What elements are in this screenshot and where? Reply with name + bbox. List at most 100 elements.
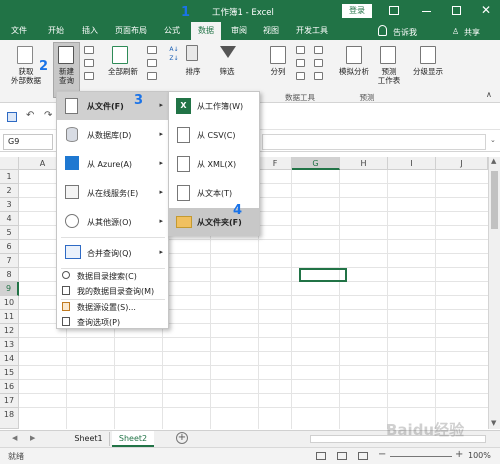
add-sheet-icon[interactable]: + [176, 432, 188, 444]
row-header-16[interactable]: 16 [0, 380, 19, 394]
text-to-columns-button[interactable]: 分列 [266, 67, 290, 76]
zoom-in-icon[interactable]: + [455, 449, 463, 460]
scroll-up-icon[interactable]: ▲ [491, 157, 496, 165]
row-header-6[interactable]: 6 [0, 240, 19, 254]
sheet-tab-sheet1[interactable]: Sheet1 [68, 432, 110, 446]
tab-insert[interactable]: 插入 [76, 22, 104, 40]
row-header-15[interactable]: 15 [0, 366, 19, 380]
from-table-icon[interactable] [84, 59, 94, 67]
what-if-analysis-button[interactable]: 模拟分析 [335, 67, 373, 76]
filter-button[interactable]: 筛选 [212, 67, 242, 76]
consolidate-icon[interactable] [314, 46, 323, 54]
row-header-9[interactable]: 9 [0, 282, 19, 296]
relationships-icon[interactable] [314, 59, 323, 67]
page-layout-view-icon[interactable] [337, 452, 347, 460]
redo-icon[interactable]: ↷ [44, 110, 52, 121]
flash-fill-icon[interactable] [296, 46, 305, 54]
menu-query-options[interactable]: 查询选项(P) [57, 315, 168, 329]
row-header-13[interactable]: 13 [0, 338, 19, 352]
menu-data-source-settings[interactable]: 数据源设置(S)... [57, 300, 168, 314]
sheet-nav-right-icon[interactable]: ▶ [30, 434, 35, 442]
row-header-8[interactable]: 8 [0, 268, 19, 282]
tell-me-box[interactable]: 告诉我 [393, 27, 417, 38]
scroll-thumb[interactable] [491, 171, 498, 229]
formula-input[interactable] [262, 134, 486, 150]
row-header-12[interactable]: 12 [0, 324, 19, 338]
scroll-down-icon[interactable]: ▼ [491, 419, 496, 427]
submenu-from-workbook[interactable]: X 从工作簿(W) [169, 92, 259, 120]
sheet-nav-left-icon[interactable]: ◀ [12, 434, 17, 442]
menu-catalog-search[interactable]: 数据目录搜索(C) [57, 269, 168, 283]
row-header-17[interactable]: 17 [0, 394, 19, 408]
tab-formulas[interactable]: 公式 [158, 22, 186, 40]
select-all-corner[interactable] [0, 157, 19, 170]
refresh-all-button[interactable]: 全部刷新 [104, 67, 142, 76]
active-cell-g9[interactable] [299, 268, 347, 282]
forecast-sheet-button[interactable]: 预测 工作表 [374, 67, 404, 85]
row-header-1[interactable]: 1 [0, 170, 19, 184]
undo-icon[interactable]: ↶ [26, 110, 34, 121]
maximize-icon[interactable] [452, 6, 461, 15]
minimize-icon[interactable] [422, 11, 431, 12]
tab-developer[interactable]: 开发工具 [290, 22, 334, 40]
submenu-from-csv[interactable]: 从 CSV(C) [169, 121, 259, 149]
row-header-10[interactable]: 10 [0, 296, 19, 310]
expand-formula-icon[interactable]: ⌄ [490, 136, 496, 144]
close-icon[interactable]: ✕ [481, 3, 491, 17]
name-box[interactable]: G9 [3, 134, 53, 150]
page-break-view-icon[interactable] [358, 452, 368, 460]
submenu-from-text[interactable]: 从文本(T) [169, 179, 259, 207]
tab-page-layout[interactable]: 页面布局 [110, 22, 152, 40]
normal-view-icon[interactable] [316, 452, 326, 460]
row-header-3[interactable]: 3 [0, 198, 19, 212]
tab-review[interactable]: 审阅 [226, 22, 252, 40]
connections-icon[interactable] [147, 46, 157, 54]
col-header-g[interactable]: G [292, 157, 340, 170]
ribbon-display-icon[interactable] [389, 6, 399, 15]
login-button[interactable]: 登录 [342, 4, 372, 18]
sheet-tab-sheet2[interactable]: Sheet2 [112, 431, 154, 447]
col-header-i[interactable]: I [388, 157, 436, 170]
row-header-5[interactable]: 5 [0, 226, 19, 240]
col-header-j[interactable]: J [436, 157, 488, 170]
manage-data-model-icon[interactable] [314, 72, 323, 80]
new-query-button[interactable]: 新建 查询 [53, 67, 80, 85]
menu-combine-queries[interactable]: 合并查询(Q) ▸ [57, 239, 168, 267]
col-header-h[interactable]: H [340, 157, 388, 170]
tab-home[interactable]: 开始 [42, 22, 70, 40]
tab-view[interactable]: 视图 [258, 22, 284, 40]
row-header-4[interactable]: 4 [0, 212, 19, 226]
menu-my-catalog-queries[interactable]: 我的数据目录查询(M) [57, 284, 168, 298]
row-header-7[interactable]: 7 [0, 254, 19, 268]
zoom-level[interactable]: 100% [468, 451, 491, 460]
col-header-f[interactable]: F [259, 157, 292, 170]
menu-from-other-sources[interactable]: 从其他源(O) ▸ [57, 208, 168, 236]
tab-data[interactable]: 数据 [191, 22, 221, 40]
show-queries-icon[interactable] [84, 46, 94, 54]
submenu-from-folder[interactable]: 从文件夹(F) [169, 208, 259, 236]
tab-file[interactable]: 文件 [8, 22, 30, 40]
sort-button[interactable]: 排序 [181, 67, 205, 76]
row-header-2[interactable]: 2 [0, 184, 19, 198]
vertical-scrollbar[interactable]: ▲ ▼ [488, 157, 500, 429]
row-header-11[interactable]: 11 [0, 310, 19, 324]
edit-links-icon[interactable] [147, 72, 157, 80]
data-validation-icon[interactable] [296, 72, 305, 80]
outline-button[interactable]: 分级显示 [408, 67, 448, 76]
menu-from-database[interactable]: 从数据库(D) ▸ [57, 121, 168, 149]
collapse-ribbon-icon[interactable]: ∧ [486, 90, 492, 99]
submenu-from-xml[interactable]: 从 XML(X) [169, 150, 259, 178]
menu-from-online-services[interactable]: 从在线服务(E) ▸ [57, 179, 168, 207]
menu-from-azure[interactable]: 从 Azure(A) ▸ [57, 150, 168, 178]
share-button[interactable]: 共享 [464, 27, 480, 38]
sort-az-icon[interactable]: A↓ Z↓ [167, 45, 181, 63]
row-header-14[interactable]: 14 [0, 352, 19, 366]
menu-from-file[interactable]: 从文件(F) ▸ [57, 92, 168, 120]
zoom-slider[interactable] [390, 456, 452, 457]
zoom-out-icon[interactable]: − [378, 449, 386, 460]
properties-icon[interactable] [147, 59, 157, 67]
save-icon[interactable] [7, 112, 17, 122]
recent-sources-icon[interactable] [84, 72, 94, 80]
row-header-18[interactable]: 18 [0, 408, 19, 429]
remove-duplicates-icon[interactable] [296, 59, 305, 67]
